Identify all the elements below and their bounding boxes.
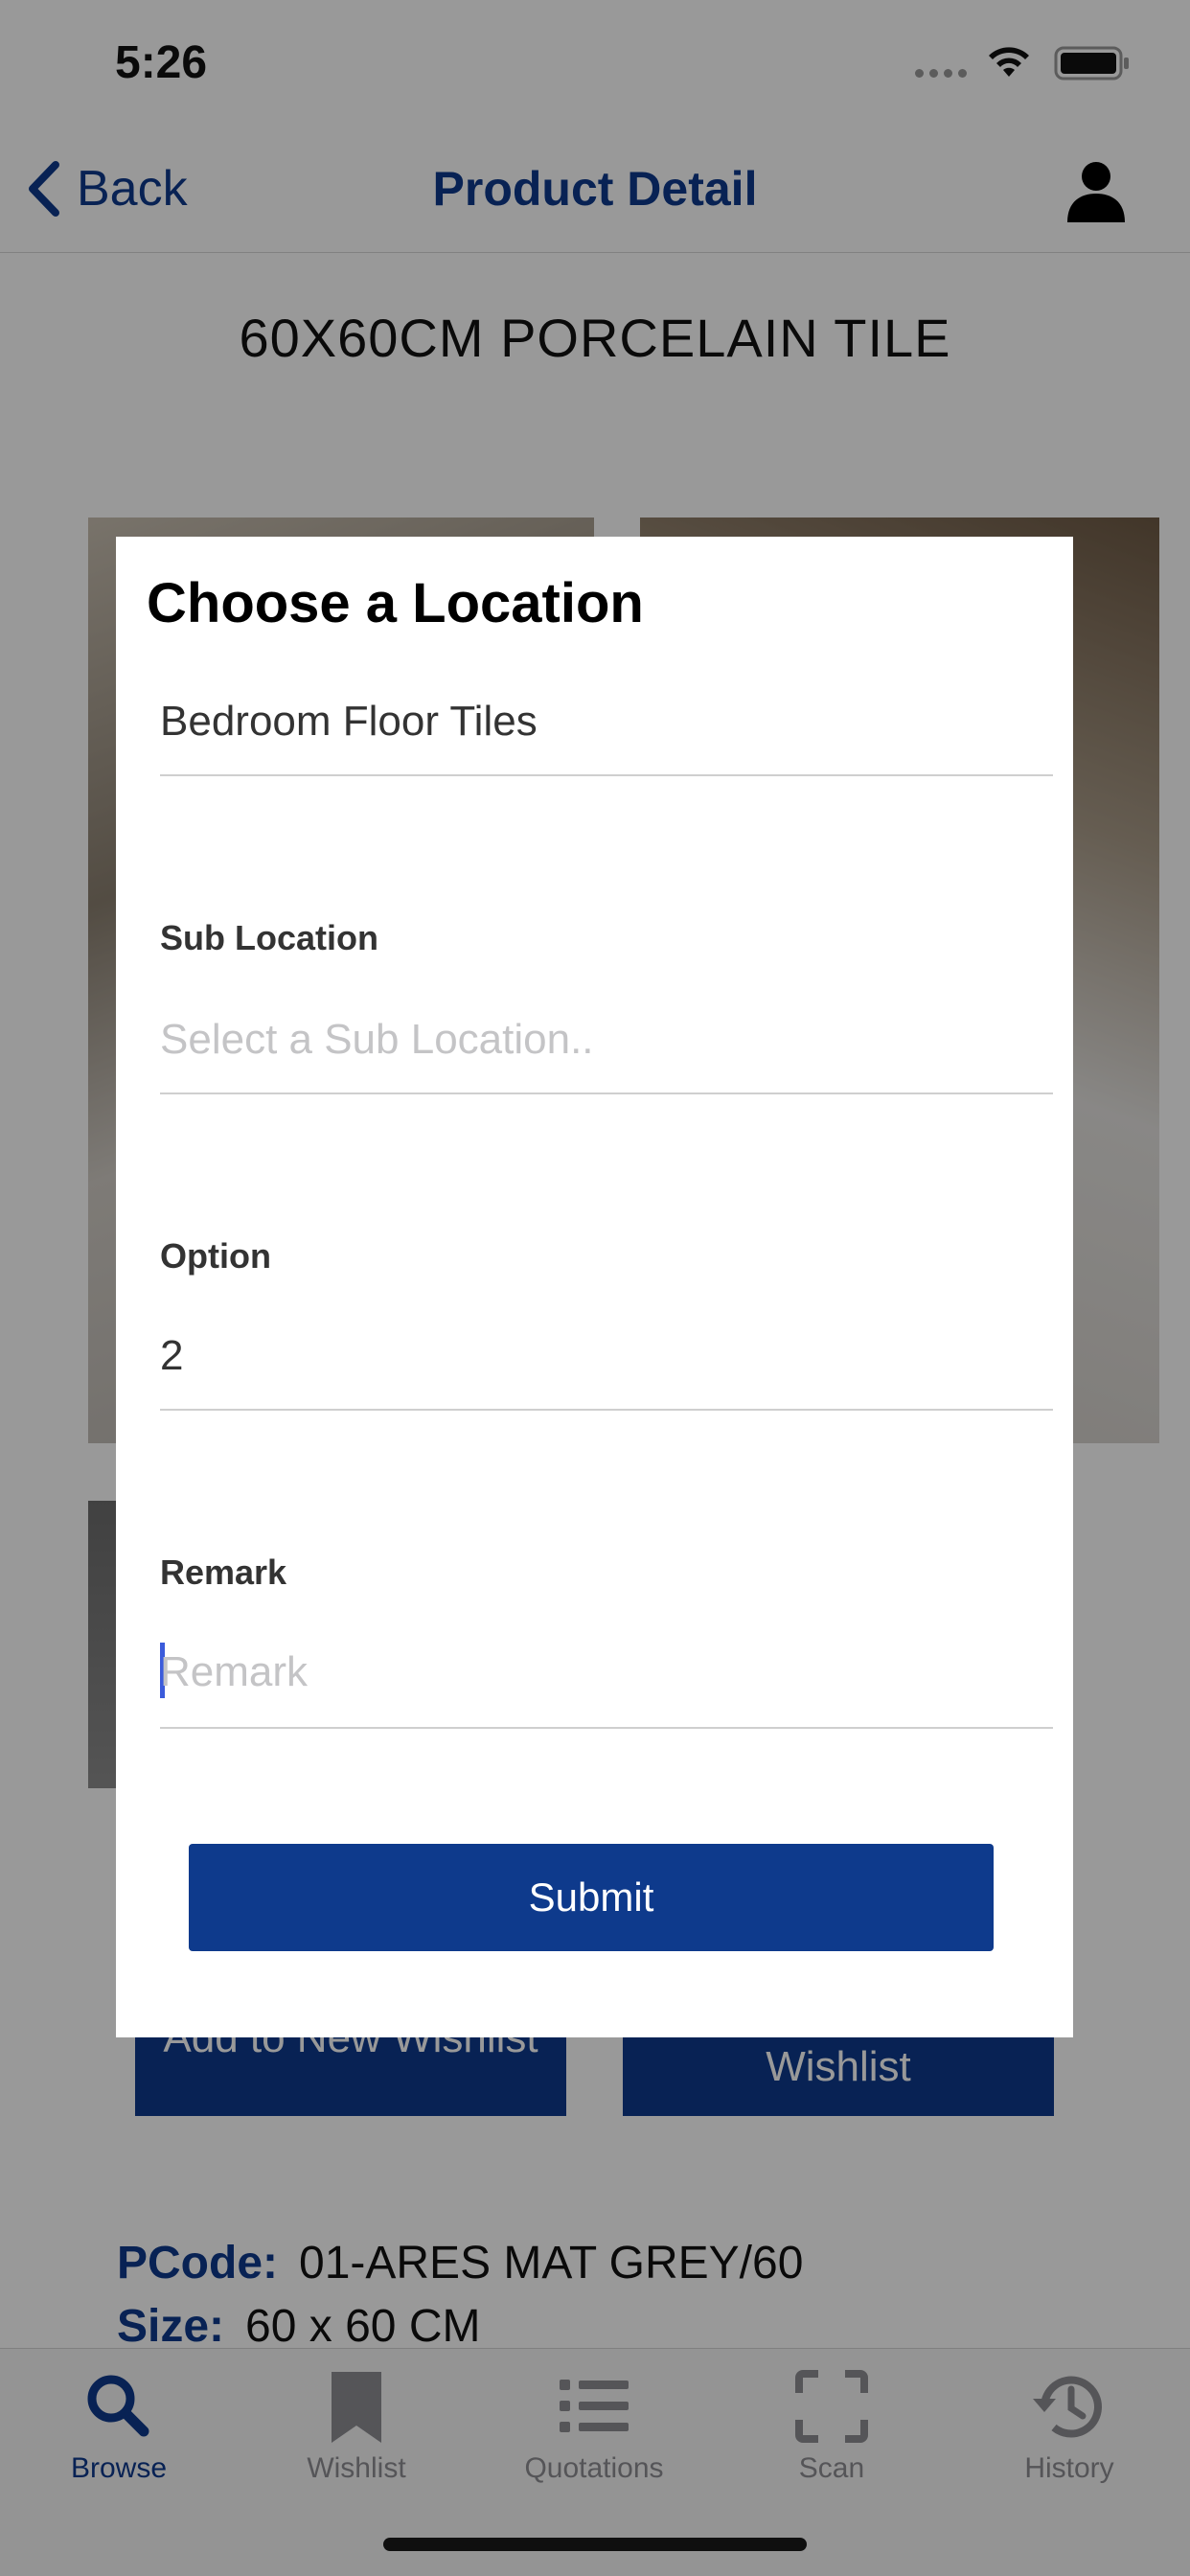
option-label: Option xyxy=(160,1236,271,1276)
location-field[interactable]: Bedroom Floor Tiles xyxy=(160,698,538,746)
location-field-underline xyxy=(160,774,1053,776)
option-input[interactable]: 2 xyxy=(160,1332,183,1380)
remark-input[interactable]: Remark xyxy=(160,1648,308,1696)
sub-location-input[interactable]: Select a Sub Location.. xyxy=(160,1016,594,1064)
remark-label: Remark xyxy=(160,1552,287,1592)
remark-underline xyxy=(160,1727,1053,1729)
choose-location-dialog: Choose a Location Bedroom Floor Tiles Su… xyxy=(116,537,1073,2037)
submit-button[interactable]: Submit xyxy=(189,1844,994,1951)
sub-location-label: Sub Location xyxy=(160,918,378,957)
dialog-title: Choose a Location xyxy=(147,572,644,634)
sub-location-underline xyxy=(160,1092,1053,1094)
option-underline xyxy=(160,1409,1053,1411)
